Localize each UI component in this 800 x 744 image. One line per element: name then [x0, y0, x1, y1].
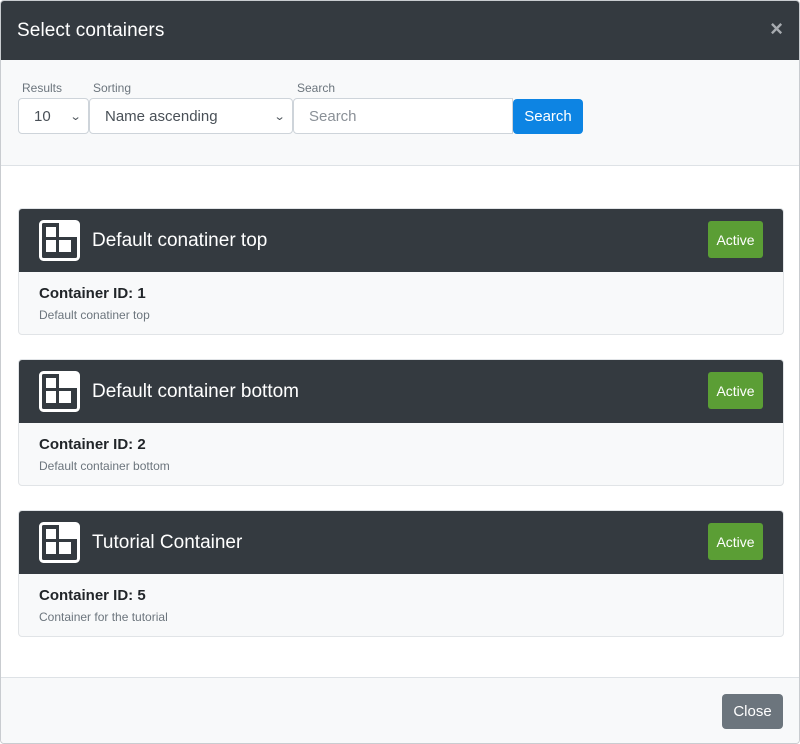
container-card-body: Container ID: 5 Container for the tutori… — [19, 574, 783, 624]
container-card-body: Container ID: 1 Default conatiner top — [19, 272, 783, 322]
results-group: Results 10 ⌄ — [18, 81, 89, 134]
container-id: Container ID: 5 — [39, 587, 146, 604]
results-label: Results — [22, 81, 63, 95]
container-grid-icon — [39, 371, 80, 412]
container-card[interactable]: Tutorial Container Active Container ID: … — [18, 510, 784, 637]
sorting-select[interactable]: Name ascending ⌄ — [89, 98, 293, 134]
chevron-down-icon: ⌄ — [69, 110, 82, 123]
close-icon[interactable]: × — [770, 18, 783, 40]
container-description: Default container bottom — [39, 459, 170, 473]
results-value: 10 — [34, 107, 51, 125]
container-description: Default conatiner top — [39, 308, 150, 322]
status-badge: Active — [708, 523, 763, 560]
container-id: Container ID: 1 — [39, 285, 146, 302]
status-badge: Active — [708, 372, 763, 409]
results-select[interactable]: 10 ⌄ — [18, 98, 89, 134]
filter-bar: Results 10 ⌄ Sorting Name ascending ⌄ Se… — [1, 60, 799, 166]
container-description: Container for the tutorial — [39, 610, 168, 624]
container-title: Default container bottom — [92, 380, 300, 402]
container-card[interactable]: Default container bottom Active Containe… — [18, 359, 784, 486]
search-placeholder: Search — [309, 107, 357, 125]
modal-footer: Close — [1, 677, 799, 743]
container-grid-icon — [39, 220, 80, 261]
status-badge: Active — [708, 221, 763, 258]
select-containers-modal: Select containers × Results 10 ⌄ Sorting… — [0, 0, 800, 744]
search-input[interactable]: Search — [293, 98, 513, 134]
sorting-value: Name ascending — [105, 107, 218, 125]
container-card[interactable]: Default conatiner top Active Container I… — [18, 208, 784, 335]
chevron-down-icon: ⌄ — [273, 110, 286, 123]
modal-title: Select containers — [17, 19, 165, 41]
sorting-label: Sorting — [93, 81, 132, 95]
container-id: Container ID: 2 — [39, 436, 146, 453]
container-list: Default conatiner top Active Container I… — [18, 208, 784, 661]
close-button[interactable]: Close — [722, 694, 783, 729]
search-label: Search — [297, 81, 336, 95]
container-grid-icon — [39, 522, 80, 563]
sorting-group: Sorting Name ascending ⌄ — [89, 81, 293, 134]
container-card-header: Default container bottom Active — [19, 360, 783, 423]
container-card-header: Default conatiner top Active — [19, 209, 783, 272]
modal-header: Select containers × — [1, 1, 799, 60]
container-card-header: Tutorial Container Active — [19, 511, 783, 574]
search-group: Search Search — [293, 81, 513, 134]
container-title: Tutorial Container — [92, 531, 243, 553]
search-button[interactable]: Search — [513, 99, 583, 134]
container-title: Default conatiner top — [92, 229, 268, 251]
container-card-body: Container ID: 2 Default container bottom — [19, 423, 783, 473]
